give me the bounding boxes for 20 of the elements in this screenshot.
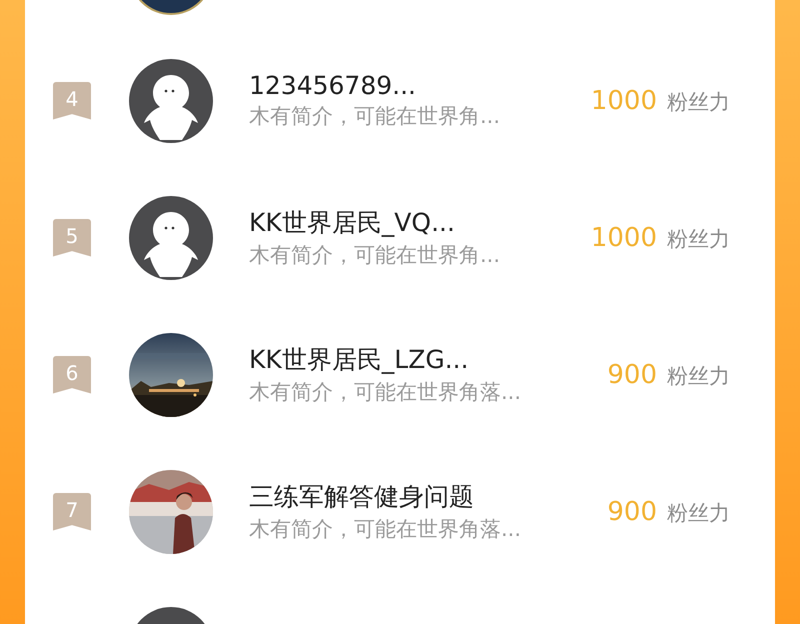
fan-score: 900 (607, 360, 657, 390)
user-name[interactable]: KK世界居民_VQ... (249, 206, 455, 239)
user-bio: 木有简介，可能在世界角... (249, 242, 500, 269)
rank-badge: 6 (53, 356, 91, 394)
user-bio: 木有简介，可能在世界角落... (249, 516, 522, 543)
user-name[interactable]: 三练军解答健身问题 (249, 480, 474, 513)
user-bio: 木有简介，可能在世界角... (249, 103, 500, 130)
user-bio: 木有简介，可能在世界角落... (249, 379, 522, 406)
fan-score-label: 粉丝力 (667, 88, 730, 116)
rank-badge: 4 (53, 82, 91, 120)
user-name[interactable]: 123456789... (249, 71, 416, 100)
fan-score: 1000 (590, 86, 657, 116)
rank-badge: 7 (53, 492, 91, 530)
fan-score-label: 粉丝力 (667, 500, 730, 526)
fan-score-label: 粉丝力 (667, 226, 730, 252)
fan-score: 1000 (590, 222, 657, 252)
fan-score: 900 (607, 496, 657, 526)
rank-badge: 5 (53, 218, 91, 256)
user-name[interactable]: KK世界居民_LZG... (249, 343, 469, 376)
fan-score-label: 粉丝力 (667, 362, 730, 390)
